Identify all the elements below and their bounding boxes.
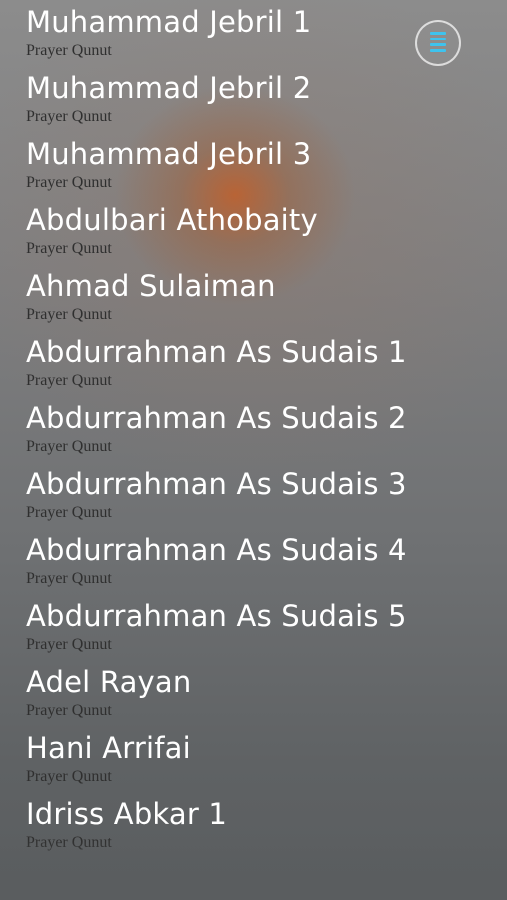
reciter-subtitle: Prayer Qunut — [26, 768, 112, 785]
menu-button[interactable] — [415, 20, 461, 66]
reciter-subtitle: Prayer Qunut — [26, 174, 112, 191]
menu-icon — [430, 32, 448, 54]
list-item[interactable]: Abdulbari Athobaity Prayer Qunut — [26, 198, 496, 264]
list-item[interactable]: Muhammad Jebril 2 Prayer Qunut — [26, 66, 496, 132]
reciter-name: Abdurrahman As Sudais 5 — [26, 599, 407, 633]
reciter-list: Muhammad Jebril 1 Prayer Qunut Muhammad … — [26, 0, 496, 858]
reciter-subtitle: Prayer Qunut — [26, 570, 112, 587]
reciter-subtitle: Prayer Qunut — [26, 372, 112, 389]
reciter-name: Muhammad Jebril 2 — [26, 71, 312, 105]
reciter-name: Abdurrahman As Sudais 1 — [26, 335, 407, 369]
reciter-name: Muhammad Jebril 1 — [26, 5, 312, 39]
list-item[interactable]: Ahmad Sulaiman Prayer Qunut — [26, 264, 496, 330]
reciter-subtitle: Prayer Qunut — [26, 702, 112, 719]
list-item[interactable]: Idriss Abkar 1 Prayer Qunut — [26, 792, 496, 858]
reciter-subtitle: Prayer Qunut — [26, 306, 112, 323]
reciter-subtitle: Prayer Qunut — [26, 438, 112, 455]
reciter-name: Abdulbari Athobaity — [26, 203, 318, 237]
reciter-name: Idriss Abkar 1 — [26, 797, 228, 831]
list-item[interactable]: Abdurrahman As Sudais 3 Prayer Qunut — [26, 462, 496, 528]
reciter-subtitle: Prayer Qunut — [26, 834, 112, 851]
reciter-subtitle: Prayer Qunut — [26, 240, 112, 257]
list-item[interactable]: Abdurrahman As Sudais 4 Prayer Qunut — [26, 528, 496, 594]
reciter-subtitle: Prayer Qunut — [26, 504, 112, 521]
reciter-subtitle: Prayer Qunut — [26, 636, 112, 653]
reciter-name: Abdurrahman As Sudais 4 — [26, 533, 407, 567]
reciter-subtitle: Prayer Qunut — [26, 108, 112, 125]
reciter-subtitle: Prayer Qunut — [26, 42, 112, 59]
reciter-name: Muhammad Jebril 3 — [26, 137, 312, 171]
list-item[interactable]: Adel Rayan Prayer Qunut — [26, 660, 496, 726]
list-item[interactable]: Muhammad Jebril 3 Prayer Qunut — [26, 132, 496, 198]
reciter-name: Adel Rayan — [26, 665, 192, 699]
reciter-name: Abdurrahman As Sudais 3 — [26, 467, 407, 501]
list-item[interactable]: Abdurrahman As Sudais 2 Prayer Qunut — [26, 396, 496, 462]
reciter-name: Hani Arrifai — [26, 731, 191, 765]
reciter-name: Ahmad Sulaiman — [26, 269, 276, 303]
list-item[interactable]: Abdurrahman As Sudais 5 Prayer Qunut — [26, 594, 496, 660]
reciter-name: Abdurrahman As Sudais 2 — [26, 401, 407, 435]
list-item[interactable]: Hani Arrifai Prayer Qunut — [26, 726, 496, 792]
list-item[interactable]: Abdurrahman As Sudais 1 Prayer Qunut — [26, 330, 496, 396]
